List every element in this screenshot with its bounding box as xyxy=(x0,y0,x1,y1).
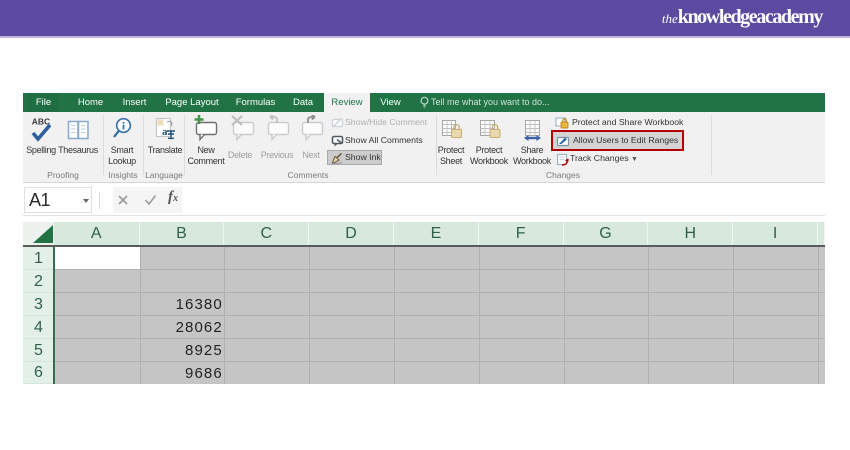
svg-text:ABC: ABC xyxy=(32,117,50,127)
svg-text:a: a xyxy=(162,126,168,138)
